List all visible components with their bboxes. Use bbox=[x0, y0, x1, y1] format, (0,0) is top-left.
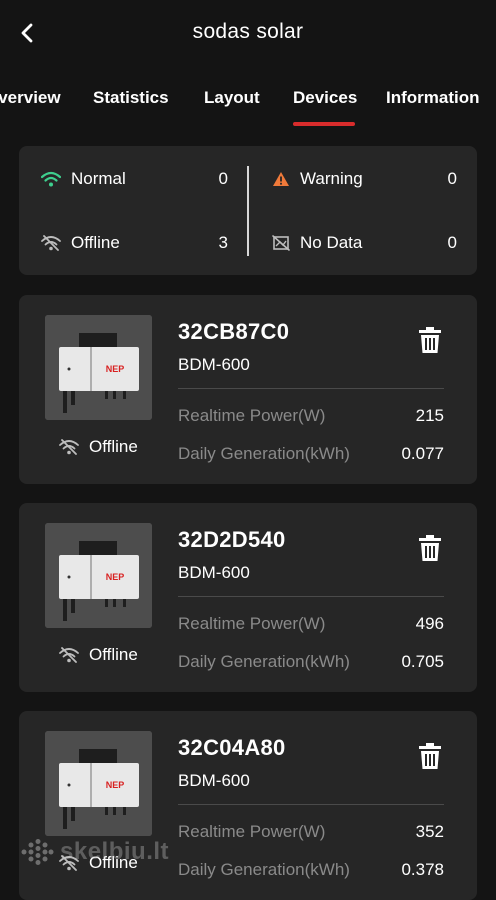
power-label: Realtime Power(W) bbox=[178, 822, 326, 841]
watermark: skelbiu.lt bbox=[20, 838, 169, 866]
header: sodas solar bbox=[0, 0, 496, 68]
summary-warning[interactable]: Warning bbox=[272, 169, 363, 189]
device-image: NEP bbox=[45, 523, 152, 628]
summary-nodata-label: No Data bbox=[300, 233, 363, 252]
wifi-off-icon bbox=[41, 235, 61, 251]
summary-offline-label: Offline bbox=[71, 233, 120, 252]
wifi-off-icon bbox=[59, 439, 79, 455]
tab-layout[interactable]: Layout bbox=[204, 88, 260, 108]
tab-information[interactable]: Information bbox=[386, 88, 480, 108]
power-value: 215 bbox=[415, 406, 444, 425]
power-value: 352 bbox=[415, 822, 444, 841]
summary-warning-label: Warning bbox=[300, 169, 363, 188]
device-status: Offline bbox=[59, 437, 138, 457]
summary-nodata-count: 0 bbox=[447, 233, 457, 252]
device-status: Offline bbox=[59, 645, 138, 665]
device-status-label: Offline bbox=[89, 645, 138, 664]
wifi-icon bbox=[41, 171, 61, 187]
delete-button[interactable] bbox=[419, 327, 441, 358]
page-title: sodas solar bbox=[192, 20, 304, 43]
power-label: Realtime Power(W) bbox=[178, 614, 326, 633]
summary-offline-count: 3 bbox=[218, 233, 228, 252]
generation-label: Daily Generation(kWh) bbox=[178, 652, 350, 671]
card-divider bbox=[178, 804, 444, 805]
device-image: NEP bbox=[45, 315, 152, 420]
power-value: 496 bbox=[415, 614, 444, 633]
tab-bar: Overview Statistics Layout Devices Infor… bbox=[0, 84, 496, 130]
trash-icon bbox=[419, 743, 441, 769]
summary-divider bbox=[247, 166, 249, 256]
device-id: 32C04A80 bbox=[178, 735, 286, 760]
device-id: 32D2D540 bbox=[178, 527, 286, 552]
summary-nodata[interactable]: No Data bbox=[272, 233, 362, 253]
summary-normal-label: Normal bbox=[71, 169, 126, 188]
tab-overview[interactable]: Overview bbox=[0, 88, 61, 108]
summary-normal-count: 0 bbox=[218, 169, 228, 188]
device-image: NEP bbox=[45, 731, 152, 836]
summary-warning-count: 0 bbox=[447, 169, 457, 188]
generation-value: 0.705 bbox=[401, 652, 444, 671]
tab-statistics[interactable]: Statistics bbox=[93, 88, 169, 108]
summary-offline[interactable]: Offline bbox=[41, 233, 120, 253]
summary-normal[interactable]: Normal bbox=[41, 169, 126, 189]
status-summary: Normal 0 Offline 3 Warning 0 No Data 0 bbox=[19, 146, 477, 275]
generation-value: 0.378 bbox=[401, 860, 444, 879]
delete-button[interactable] bbox=[419, 743, 441, 774]
device-model: BDM-600 bbox=[178, 771, 250, 790]
delete-button[interactable] bbox=[419, 535, 441, 566]
card-divider bbox=[178, 596, 444, 597]
generation-value: 0.077 bbox=[401, 444, 444, 463]
trash-icon bbox=[419, 535, 441, 561]
power-label: Realtime Power(W) bbox=[178, 406, 326, 425]
no-data-icon bbox=[272, 235, 290, 251]
trash-icon bbox=[419, 327, 441, 353]
generation-label: Daily Generation(kWh) bbox=[178, 444, 350, 463]
watermark-text: skelbiu.lt bbox=[60, 838, 170, 865]
warning-icon bbox=[273, 172, 289, 186]
device-card[interactable]: NEP Offline 32D2D540 BDM-600 Realtime Po… bbox=[19, 503, 477, 692]
watermark-dots-icon bbox=[21, 839, 54, 865]
svg-text:NEP: NEP bbox=[106, 780, 125, 790]
wifi-off-icon bbox=[59, 647, 79, 663]
active-tab-indicator bbox=[293, 122, 355, 126]
device-card[interactable]: NEP Offline 32C04A80 BDM-600 Realtime Po… bbox=[19, 711, 477, 900]
device-status-label: Offline bbox=[89, 437, 138, 456]
generation-label: Daily Generation(kWh) bbox=[178, 860, 350, 879]
svg-text:NEP: NEP bbox=[106, 364, 125, 374]
tab-devices[interactable]: Devices bbox=[293, 88, 357, 108]
device-model: BDM-600 bbox=[178, 355, 250, 374]
device-model: BDM-600 bbox=[178, 563, 250, 582]
device-card[interactable]: NEP Offline 32CB87C0 BDM-600 Realtime Po… bbox=[19, 295, 477, 484]
card-divider bbox=[178, 388, 444, 389]
device-id: 32CB87C0 bbox=[178, 319, 290, 344]
svg-text:NEP: NEP bbox=[106, 572, 125, 582]
